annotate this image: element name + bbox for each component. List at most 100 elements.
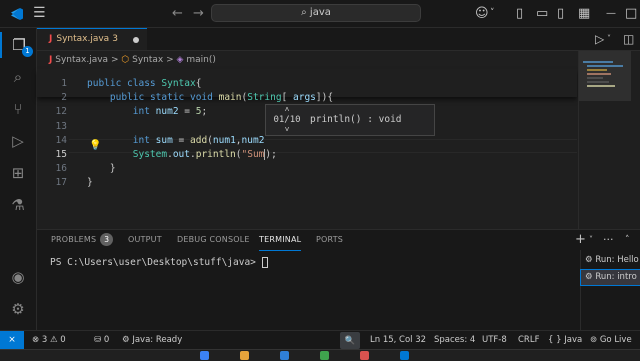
split-editor-icon[interactable]: ◫ <box>623 28 634 50</box>
settings-gear-icon[interactable]: ⚙ <box>0 296 36 322</box>
maximize-panel-icon[interactable]: ˄ <box>625 230 630 250</box>
terminal-output[interactable]: PS C:\Users\user\Desktop\stuff\java> <box>50 257 268 268</box>
tab-syntax-java[interactable]: J Syntax.java 3 <box>37 28 147 50</box>
taskbar-app-icon[interactable] <box>240 351 249 360</box>
code-token: int <box>132 106 156 117</box>
add-terminal-icon[interactable]: + <box>575 230 586 250</box>
source-control-icon[interactable]: ⑂ <box>0 96 36 122</box>
gear-icon: ⚙ <box>585 272 593 282</box>
encoding[interactable]: UTF-8 <box>482 331 507 350</box>
java-status[interactable]: ⚙ Java: Ready <box>122 331 182 350</box>
code-token: void <box>189 92 219 103</box>
unsaved-dot-icon[interactable] <box>133 37 139 43</box>
line-number: 2 <box>61 92 67 103</box>
layout-panel-icon[interactable]: ▭ <box>536 0 548 27</box>
hint-signature: println() : void <box>310 114 402 125</box>
tab-ports[interactable]: PORTS <box>316 230 343 250</box>
minimap-line <box>583 61 613 63</box>
taskbar-app-icon[interactable] <box>280 351 289 360</box>
code-token: ); <box>265 149 277 160</box>
method-icon: ◈ <box>176 55 184 65</box>
code-token: Syntax <box>161 78 196 89</box>
code-line[interactable]: 15 System.out.println("Sum); <box>37 148 577 162</box>
lightbulb-icon[interactable]: 💡 <box>89 139 101 153</box>
tab-problems[interactable]: PROBLEMS 3 <box>51 230 114 250</box>
go-live-button[interactable]: ⊚ Go Live <box>590 331 632 350</box>
problems-status[interactable]: ⊗ 3 ⚠ 0 <box>32 331 66 350</box>
forward-arrow-icon[interactable]: → <box>193 0 204 27</box>
zoom-icon[interactable]: 🔍 <box>340 332 360 349</box>
search-icon[interactable]: ⌕ <box>0 64 36 90</box>
cursor-position[interactable]: Ln 15, Col 32 <box>370 331 426 350</box>
account-icon[interactable]: ◉ <box>0 264 36 290</box>
hint-down-icon[interactable]: ˅ <box>270 125 304 135</box>
breadcrumb-method[interactable]: main() <box>186 55 216 65</box>
back-arrow-icon[interactable]: ← <box>172 0 183 27</box>
explorer-icon[interactable]: ❐ 1 <box>0 32 36 58</box>
tab-output[interactable]: OUTPUT <box>128 230 162 250</box>
code-line[interactable]: 16 } <box>37 162 577 176</box>
remote-indicator-icon[interactable]: ⨯ <box>0 331 24 350</box>
code-token: ; <box>201 106 208 117</box>
terminal-item-run-hello[interactable]: ⚙ Run: Hello <box>581 253 640 268</box>
breadcrumb-file[interactable]: Syntax.java <box>55 55 108 65</box>
code-line[interactable]: 17} <box>37 176 577 190</box>
minimap-line <box>587 69 607 71</box>
code-token: } <box>109 163 116 174</box>
taskbar-app-icon[interactable] <box>320 351 329 360</box>
breadcrumb-class[interactable]: Syntax <box>132 55 163 65</box>
warning-icon: ⚠ <box>49 335 58 345</box>
line-number: 13 <box>55 121 67 132</box>
run-debug-icon[interactable]: ▷ <box>0 128 36 154</box>
braces-icon: { } <box>548 335 562 345</box>
minimap-slider[interactable] <box>579 51 631 101</box>
run-java-icon[interactable]: ▷ <box>595 28 604 50</box>
terminal-item-label: Run: Hello <box>595 255 639 265</box>
layout-sidebar-right-icon[interactable]: ▯ <box>557 0 564 27</box>
code-token: System <box>132 149 168 160</box>
tab-terminal[interactable]: TERMINAL <box>259 230 302 251</box>
command-center-search[interactable]: ⌕ java <box>211 4 421 22</box>
code-line[interactable]: 14 int sum = add(num1,num2 <box>37 134 577 148</box>
layout-sidebar-left-icon[interactable]: ▯ <box>516 0 523 27</box>
activity-bar: ❐ 1 ⌕ ⑂ ▷ ⊞ ⚗ ◉ ⚙ <box>0 28 37 330</box>
code-line[interactable]: 2 public static void main(String[ args])… <box>37 91 577 105</box>
extensions-icon[interactable]: ⊞ <box>0 160 36 186</box>
terminal-item-run-intro[interactable]: ⚙ Run: intro <box>580 269 640 286</box>
hint-up-icon[interactable]: ˄ <box>270 105 304 115</box>
customize-layout-icon[interactable]: ▦ <box>578 0 590 27</box>
taskbar-vscode-icon[interactable] <box>400 351 409 360</box>
testing-icon[interactable]: ⚗ <box>0 192 36 218</box>
copilot-icon[interactable]: ☺ <box>475 0 489 27</box>
code-token: args <box>293 92 316 103</box>
copilot-dropdown-icon[interactable]: ˅ <box>490 0 495 27</box>
restore-icon[interactable]: □ <box>625 0 637 27</box>
start-icon[interactable] <box>200 351 209 360</box>
broadcast-icon: ⊚ <box>590 335 598 345</box>
code-token: = <box>178 106 196 117</box>
ports-status[interactable]: ⛁ 0 <box>94 331 109 350</box>
code-text: System.out.println("Sum); <box>87 148 277 162</box>
gear-icon: ⚙ <box>585 255 593 265</box>
hamburger-icon[interactable]: ☰ <box>33 0 46 27</box>
code-token: String <box>247 92 282 103</box>
code-editor[interactable]: 1 public class Syntax{2 public static voi… <box>37 69 577 229</box>
language-mode[interactable]: { } Java <box>548 331 582 350</box>
minimap[interactable] <box>578 51 640 229</box>
run-dropdown-icon[interactable]: ˅ <box>607 28 611 50</box>
more-actions-icon[interactable]: ··· <box>603 230 614 250</box>
code-line[interactable]: 1 public class Syntax{ <box>37 77 577 91</box>
minimize-icon[interactable]: — <box>606 0 616 27</box>
explorer-badge: 1 <box>22 46 33 57</box>
terminal-dropdown-icon[interactable]: ˅ <box>589 230 593 250</box>
minimap-line <box>587 85 615 87</box>
code-token: static <box>149 92 190 103</box>
taskbar-app-icon[interactable] <box>360 351 369 360</box>
code-text: public class Syntax{ <box>87 77 201 91</box>
error-icon: ⊗ <box>32 335 40 345</box>
code-token: [ <box>281 92 293 103</box>
indentation[interactable]: Spaces: 4 <box>434 331 475 350</box>
tab-debug-console[interactable]: DEBUG CONSOLE <box>177 230 250 250</box>
end-of-line[interactable]: CRLF <box>518 331 539 350</box>
